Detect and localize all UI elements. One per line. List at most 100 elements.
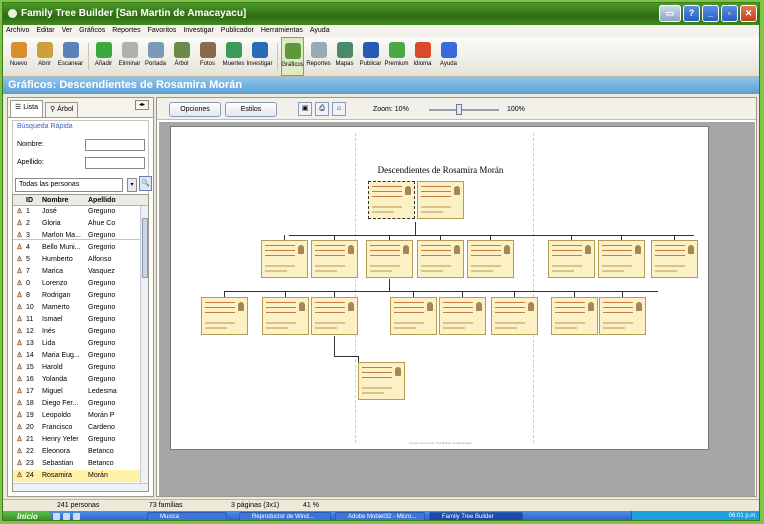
table-row[interactable]: ♙ 1 José Greguno: [13, 206, 148, 218]
task-adobe[interactable]: Adobe Mobiel32 - Micro...: [335, 512, 425, 520]
col-id[interactable]: ID: [26, 195, 42, 205]
toolbar-button-4[interactable]: Eliminar: [118, 37, 141, 76]
close-button[interactable]: ✕: [740, 5, 757, 22]
table-row[interactable]: ♙ 12 Inés Greguno: [13, 326, 148, 338]
person-card[interactable]: [417, 181, 464, 219]
table-row[interactable]: ♙ 15 Harold Greguno: [13, 362, 148, 374]
list-scrollbar[interactable]: [140, 206, 148, 488]
table-row[interactable]: ♙ 8 Rodrigan Greguno: [13, 290, 148, 302]
table-row[interactable]: ♙ 4 Bello Muni... Gregorio: [13, 242, 148, 254]
person-card[interactable]: [599, 297, 646, 335]
ie-icon[interactable]: [53, 513, 60, 520]
menu-herramientas[interactable]: Herramientas: [261, 25, 303, 37]
tab-arbol[interactable]: ⚲ Árbol: [45, 102, 79, 117]
toolbar-button-6[interactable]: Árbol: [170, 37, 193, 76]
person-card[interactable]: [262, 297, 309, 335]
chevron-down-icon[interactable]: ▾: [127, 178, 137, 192]
table-row[interactable]: ♙ 22 Eleonora Betanco: [13, 446, 148, 458]
task-musica[interactable]: Musica: [147, 512, 227, 520]
menu-ver[interactable]: Ver: [62, 25, 73, 37]
col-surname[interactable]: Apellido: [88, 195, 136, 205]
desktop-icon[interactable]: [73, 513, 80, 520]
start-button[interactable]: Inicio: [3, 511, 51, 520]
person-card[interactable]: [201, 297, 248, 335]
tab-lista[interactable]: ☰ Lista: [10, 100, 44, 117]
person-card[interactable]: [598, 240, 645, 278]
toolbar-button-10[interactable]: Gráficos: [281, 37, 304, 76]
table-row[interactable]: ♙ 16 Yolanda Greguno: [13, 374, 148, 386]
task-media-player[interactable]: Reproductor de Wind...: [239, 512, 331, 520]
help-title-button[interactable]: ?: [683, 5, 700, 22]
list-hscrollbar[interactable]: [13, 483, 148, 491]
menu-graficos[interactable]: Gráficos: [79, 25, 105, 37]
person-card[interactable]: [358, 362, 405, 400]
person-card[interactable]: [491, 297, 538, 335]
table-row[interactable]: ♙ 0 Lorenzo Greguno: [13, 278, 148, 290]
person-card[interactable]: [548, 240, 595, 278]
table-row[interactable]: ♙ 19 Leopoldo Morán P: [13, 410, 148, 422]
toolbar-button-14[interactable]: Premium: [385, 37, 409, 76]
table-row[interactable]: ♙ 20 Francisco Cardeno: [13, 422, 148, 434]
table-row[interactable]: ♙ 21 Henry Yefer Greguno: [13, 434, 148, 446]
minimize-button[interactable]: _: [702, 5, 719, 22]
person-card[interactable]: [551, 297, 598, 335]
toolbar-button-11[interactable]: Reportes: [306, 37, 331, 76]
menu-archivo[interactable]: Archivo: [6, 25, 29, 37]
name-input[interactable]: [85, 139, 145, 151]
table-row[interactable]: ♙ 7 Marica Vasquez: [13, 266, 148, 278]
toolbar-button-12[interactable]: Mapas: [333, 37, 356, 76]
table-row[interactable]: ♙ 11 Ismael Greguno: [13, 314, 148, 326]
print-icon[interactable]: ⎙: [315, 102, 329, 116]
toolbar-button-8[interactable]: Muertes: [222, 37, 245, 76]
scroll-thumb[interactable]: [142, 218, 148, 278]
person-card[interactable]: [311, 240, 358, 278]
person-card[interactable]: [651, 240, 698, 278]
save-icon[interactable]: ▣: [298, 102, 312, 116]
table-row[interactable]: ♙ 14 Maria Eug... Greguno: [13, 350, 148, 362]
panel-toggle-icon[interactable]: ◂▸: [135, 100, 149, 110]
menu-reportes[interactable]: Reportes: [112, 25, 140, 37]
toolbar-button-2[interactable]: Escanear: [58, 37, 83, 76]
task-family-tree[interactable]: Family Tree Builder: [429, 512, 523, 520]
restore-button[interactable]: ▫: [721, 5, 738, 22]
table-row[interactable]: ♙ 13 Lida Greguno: [13, 338, 148, 350]
screen-icon[interactable]: ▭: [659, 5, 681, 22]
toolbar-button-7[interactable]: Fotos: [196, 37, 219, 76]
toolbar-button-16[interactable]: Ayuda: [437, 37, 460, 76]
toolbar-button-3[interactable]: Añadir: [92, 37, 115, 76]
table-row[interactable]: ♙ 3 Marlon Ma... Greguno: [13, 230, 148, 242]
chart-canvas[interactable]: Descendientes de Rosamira Morán Creado c…: [159, 122, 755, 496]
person-card[interactable]: [390, 297, 437, 335]
person-card[interactable]: [311, 297, 358, 335]
toolbar-button-5[interactable]: Portada: [144, 37, 167, 76]
table-row[interactable]: ♙ 10 Mamerto Greguno: [13, 302, 148, 314]
filter-select[interactable]: Todas las personas: [15, 178, 123, 192]
table-row[interactable]: ♙ 24 Rosamira Morán: [13, 470, 148, 482]
toolbar-button-9[interactable]: Investigar: [247, 37, 273, 76]
media-icon[interactable]: [63, 513, 70, 520]
col-name[interactable]: Nombre: [42, 195, 88, 205]
zoom-slider[interactable]: [429, 104, 499, 115]
person-card[interactable]: [366, 240, 413, 278]
table-row[interactable]: ♙ 23 Sebastian Betanco: [13, 458, 148, 470]
home-icon[interactable]: ⌂: [332, 102, 346, 116]
person-card[interactable]: [439, 297, 486, 335]
toolbar-button-0[interactable]: Nuevo: [7, 37, 30, 76]
table-row[interactable]: ♙ 18 Diego Fer... Greguno: [13, 398, 148, 410]
toolbar-button-1[interactable]: Abrir: [33, 37, 56, 76]
person-card[interactable]: [467, 240, 514, 278]
options-button[interactable]: Opciones: [169, 102, 221, 117]
person-card[interactable]: [261, 240, 308, 278]
zoom-slider-knob[interactable]: [456, 104, 462, 115]
surname-input[interactable]: [85, 157, 145, 169]
toolbar-button-13[interactable]: Publicar: [359, 37, 382, 76]
menu-favoritos[interactable]: Favoritos: [148, 25, 177, 37]
styles-button[interactable]: Estilos: [225, 102, 277, 117]
person-card[interactable]: [417, 240, 464, 278]
menu-publicador[interactable]: Publicador: [221, 25, 254, 37]
table-row[interactable]: ♙ 5 Humberto Alfonso: [13, 254, 148, 266]
table-row[interactable]: ♙ 2 Gloria Ahue Co: [13, 218, 148, 230]
person-card[interactable]: [368, 181, 415, 219]
table-row[interactable]: ♙ 17 Miguel Ledesma: [13, 386, 148, 398]
menu-editar[interactable]: Editar: [36, 25, 54, 37]
